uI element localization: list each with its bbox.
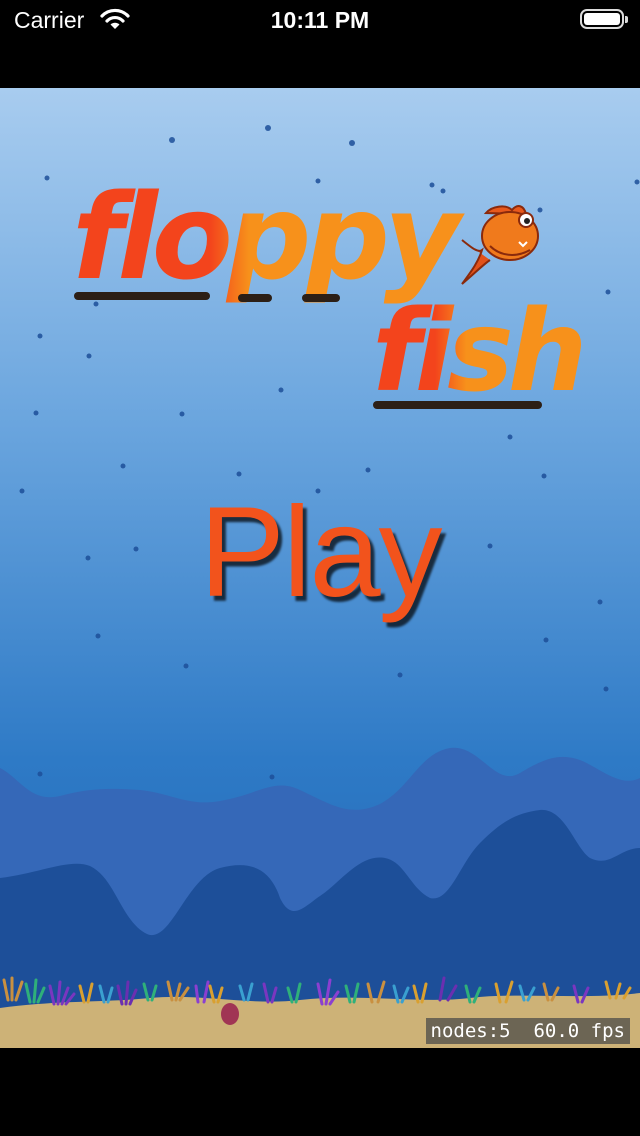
clock: 10:11 PM xyxy=(270,7,370,33)
status-bar: Carrier 10:11 PM xyxy=(0,0,640,88)
play-button[interactable]: Play xyxy=(140,483,500,623)
node-count: nodes:5 xyxy=(430,1020,511,1042)
battery-full-icon xyxy=(580,9,628,29)
sea-urchin xyxy=(221,1003,239,1025)
game-view[interactable]: floppy fish Play nodes:5 60.0 fps xyxy=(0,88,640,1048)
fps-counter: 60.0 fps xyxy=(533,1020,625,1042)
debug-stats: nodes:5 60.0 fps xyxy=(425,1018,630,1044)
bottom-letterbox xyxy=(0,1048,640,1136)
